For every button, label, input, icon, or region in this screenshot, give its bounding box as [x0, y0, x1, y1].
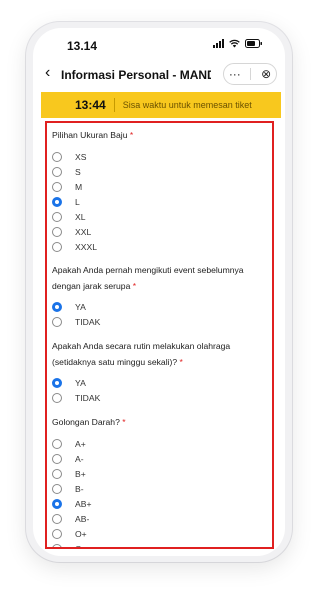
radio-option-label: XXXL: [75, 241, 97, 252]
status-icons: [213, 38, 263, 48]
radio-option-label: XL: [75, 211, 86, 222]
radio-option-label: B-: [75, 483, 84, 494]
question-text: Golongan Darah?: [52, 417, 123, 427]
page-title: Informasi Personal - MANDIR...: [61, 68, 211, 82]
radio-selected-icon[interactable]: [52, 377, 62, 388]
radio-option-label: A-: [75, 453, 84, 464]
radio-option[interactable]: XL: [47, 209, 272, 224]
radio-option-label: AB-: [75, 513, 90, 524]
required-asterisk: *: [179, 357, 183, 367]
more-options-button[interactable]: ···: [229, 67, 241, 81]
radio-option[interactable]: XXXL: [47, 239, 272, 254]
radio-empty-icon[interactable]: [52, 226, 62, 237]
menu-capsule: ··· ⊗: [223, 63, 277, 85]
question-label: Golongan Darah? *: [47, 414, 272, 430]
capsule-divider: [250, 68, 252, 80]
question-q3: Apakah Anda secara rutin melakukan olahr…: [47, 338, 272, 405]
close-button[interactable]: ⊗: [261, 67, 271, 81]
radio-option[interactable]: TIDAK: [47, 314, 272, 329]
phone-screen: 13.14 ‹ Informasi Personal - MANDIR... ·…: [33, 28, 285, 556]
question-q1: Pilihan Ukuran Baju * XS S M L XL XXL XXXL: [47, 127, 272, 254]
radio-empty-icon[interactable]: [52, 513, 62, 524]
radio-empty-icon[interactable]: [52, 181, 62, 192]
countdown-note: Sisa waktu untuk memesan tiket: [122, 100, 252, 110]
status-time: 13.14: [67, 39, 98, 53]
radio-empty-icon[interactable]: [52, 392, 62, 403]
radio-option[interactable]: M: [47, 179, 272, 194]
radio-option[interactable]: A+: [47, 436, 272, 451]
banner-divider: [113, 98, 115, 112]
radio-selected-icon[interactable]: [52, 301, 62, 312]
radio-option[interactable]: YA: [47, 299, 272, 314]
radio-option-label: M: [75, 181, 83, 192]
radio-empty-icon[interactable]: [52, 151, 62, 162]
radio-option[interactable]: O+: [47, 526, 272, 541]
radio-option[interactable]: S: [47, 164, 272, 179]
question-q2: Apakah Anda pernah mengikuti event sebel…: [47, 262, 272, 329]
question-text: Apakah Anda pernah mengikuti event sebel…: [52, 265, 244, 291]
radio-option[interactable]: XXL: [47, 224, 272, 239]
radio-selected-icon[interactable]: [52, 498, 62, 509]
radio-option-label: O-: [75, 543, 85, 549]
required-asterisk: *: [122, 417, 126, 427]
radio-option[interactable]: A-: [47, 451, 272, 466]
required-asterisk: *: [129, 130, 134, 140]
radio-empty-icon[interactable]: [52, 483, 62, 494]
radio-option-label: XS: [75, 151, 87, 162]
radio-option[interactable]: AB+: [47, 496, 272, 511]
radio-option[interactable]: YA: [47, 375, 272, 390]
radio-empty-icon[interactable]: [52, 543, 62, 547]
radio-option-label: YA: [75, 301, 86, 312]
radio-empty-icon[interactable]: [52, 241, 62, 252]
radio-option-label: TIDAK: [75, 316, 101, 327]
radio-option-label: O+: [75, 528, 87, 539]
wifi-icon: [229, 39, 240, 47]
back-chevron-icon[interactable]: ‹: [45, 64, 50, 82]
radio-option-label: XXL: [75, 226, 92, 237]
radio-option[interactable]: AB-: [47, 511, 272, 526]
radio-option-label: S: [75, 166, 81, 177]
status-bar: 13.14: [33, 28, 285, 58]
navigation-bar: ‹ Informasi Personal - MANDIR... ··· ⊗: [33, 62, 285, 88]
radio-empty-icon[interactable]: [52, 316, 62, 327]
question-label: Apakah Anda secara rutin melakukan olahr…: [47, 338, 272, 370]
radio-option-label: AB+: [75, 498, 92, 509]
radio-empty-icon[interactable]: [52, 468, 62, 479]
countdown-timer: 13:44: [75, 98, 106, 112]
signal-icon: [213, 38, 224, 48]
radio-empty-icon[interactable]: [52, 528, 62, 539]
radio-option-label: TIDAK: [75, 392, 101, 403]
question-label: Pilihan Ukuran Baju *: [47, 127, 272, 143]
required-asterisk: *: [132, 281, 137, 291]
radio-option-label: YA: [75, 377, 86, 388]
radio-empty-icon[interactable]: [52, 453, 62, 464]
countdown-banner: 13:44 Sisa waktu untuk memesan tiket: [41, 92, 281, 118]
radio-empty-icon[interactable]: [52, 211, 62, 222]
radio-option[interactable]: B-: [47, 481, 272, 496]
question-text: Apakah Anda secara rutin melakukan olahr…: [52, 341, 231, 367]
radio-empty-icon[interactable]: [52, 166, 62, 177]
question-q4: Golongan Darah? * A+ A- B+ B- AB+ AB- O+ O-: [47, 414, 272, 549]
question-text: Pilihan Ukuran Baju: [52, 130, 130, 140]
radio-option-label: B+: [75, 468, 86, 479]
radio-selected-icon[interactable]: [52, 196, 62, 207]
radio-option[interactable]: TIDAK: [47, 390, 272, 405]
radio-empty-icon[interactable]: [52, 438, 62, 449]
radio-option[interactable]: B+: [47, 466, 272, 481]
radio-option-label: A+: [75, 438, 86, 449]
question-label: Apakah Anda pernah mengikuti event sebel…: [47, 262, 272, 294]
personal-info-form: Pilihan Ukuran Baju * XS S M L XL XXL XXXL Apaka…: [45, 121, 274, 549]
radio-option[interactable]: L: [47, 194, 272, 209]
radio-option[interactable]: XS: [47, 149, 272, 164]
radio-option-label: L: [75, 196, 80, 207]
battery-icon: [245, 38, 262, 48]
radio-option[interactable]: O-: [47, 541, 272, 549]
